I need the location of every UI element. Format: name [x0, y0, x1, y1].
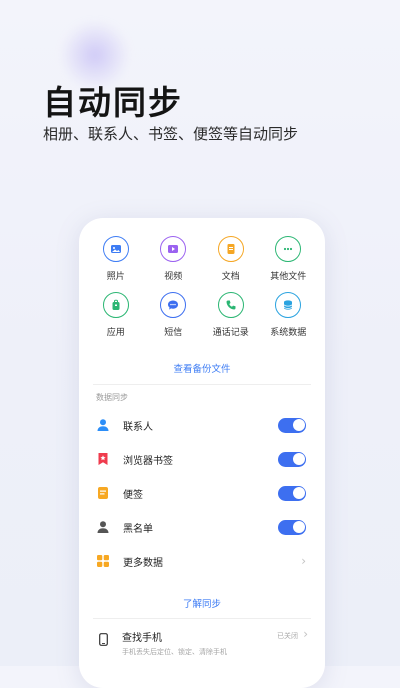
notes-sync-toggle[interactable] [278, 485, 306, 501]
document-icon [217, 236, 244, 262]
photo-icon [102, 236, 129, 262]
category-video[interactable]: 视频 [145, 236, 203, 282]
data-sync-section-label: 数据同步 [96, 393, 128, 402]
category-label: 照片 [106, 272, 125, 282]
toggle-knob [292, 453, 305, 465]
view-backup-files-link[interactable]: 查看备份文件 [79, 361, 325, 375]
phone-device-icon [99, 631, 108, 650]
database-icon [275, 292, 302, 318]
category-document[interactable]: 文档 [202, 236, 260, 282]
category-sms[interactable]: 短信 [145, 292, 203, 338]
divider [93, 618, 311, 619]
find-phone-description: 手机丢失后定位、锁定、清除手机 [122, 648, 227, 656]
category-label: 通话记录 [212, 328, 249, 338]
sync-row-blacklist[interactable]: 黑名单 [96, 517, 306, 537]
sync-row-label: 浏览器书签 [123, 455, 173, 467]
sync-row-label: 便签 [123, 489, 143, 501]
bookmarks-sync-toggle[interactable] [278, 451, 306, 467]
sync-row-label: 更多数据 [123, 557, 163, 569]
find-phone-title: 查找手机 [122, 633, 162, 644]
sync-row-label: 联系人 [123, 421, 153, 433]
sync-row-contacts[interactable]: 联系人 [96, 415, 306, 435]
note-icon [96, 486, 110, 500]
message-icon [160, 292, 187, 318]
category-label: 应用 [106, 328, 125, 338]
toggle-knob [292, 419, 305, 431]
more-data-icon [96, 554, 110, 568]
chevron-right-icon: › [303, 627, 308, 641]
category-system-data[interactable]: 系统数据 [260, 292, 318, 338]
bookmark-icon [96, 452, 110, 466]
category-label: 系统数据 [270, 328, 307, 338]
category-label: 短信 [164, 328, 183, 338]
category-label: 其他文件 [270, 272, 307, 282]
toggle-knob [292, 521, 305, 533]
contact-icon [96, 418, 110, 432]
sync-row-more-data[interactable]: 更多数据 › [96, 551, 306, 571]
contacts-sync-toggle[interactable] [278, 417, 306, 433]
hero-subtitle: 相册、联系人、书签、便签等自动同步 [43, 125, 299, 143]
phone-icon [217, 292, 244, 318]
backup-category-grid: 照片 视频 文档 其他文件 应用 短信 通话记录 系统数据 [87, 236, 317, 338]
sync-row-notes[interactable]: 便签 [96, 483, 306, 503]
find-phone-status: 已关闭 [277, 632, 298, 640]
toggle-knob [292, 487, 305, 499]
category-label: 视频 [164, 272, 183, 282]
find-phone-row[interactable]: 查找手机 手机丢失后定位、锁定、清除手机 已关闭 › [96, 627, 308, 663]
learn-sync-link[interactable]: 了解同步 [79, 596, 325, 610]
sync-row-label: 黑名单 [123, 523, 153, 535]
category-photo[interactable]: 照片 [87, 236, 145, 282]
chevron-right-icon: › [301, 554, 306, 568]
blacklist-sync-toggle[interactable] [278, 519, 306, 535]
phone-mockup: 照片 视频 文档 其他文件 应用 短信 通话记录 系统数据 查看备份文件 数据同… [79, 218, 325, 688]
category-call-log[interactable]: 通话记录 [202, 292, 260, 338]
more-icon [275, 236, 302, 262]
category-apps[interactable]: 应用 [87, 292, 145, 338]
hero-title: 自动同步 [43, 83, 183, 122]
video-icon [160, 236, 187, 262]
divider [93, 384, 311, 385]
category-other-files[interactable]: 其他文件 [260, 236, 318, 282]
app-icon [102, 292, 129, 318]
blacklist-icon [96, 520, 110, 534]
category-label: 文档 [221, 272, 240, 282]
sync-row-browser-bookmarks[interactable]: 浏览器书签 [96, 449, 306, 469]
